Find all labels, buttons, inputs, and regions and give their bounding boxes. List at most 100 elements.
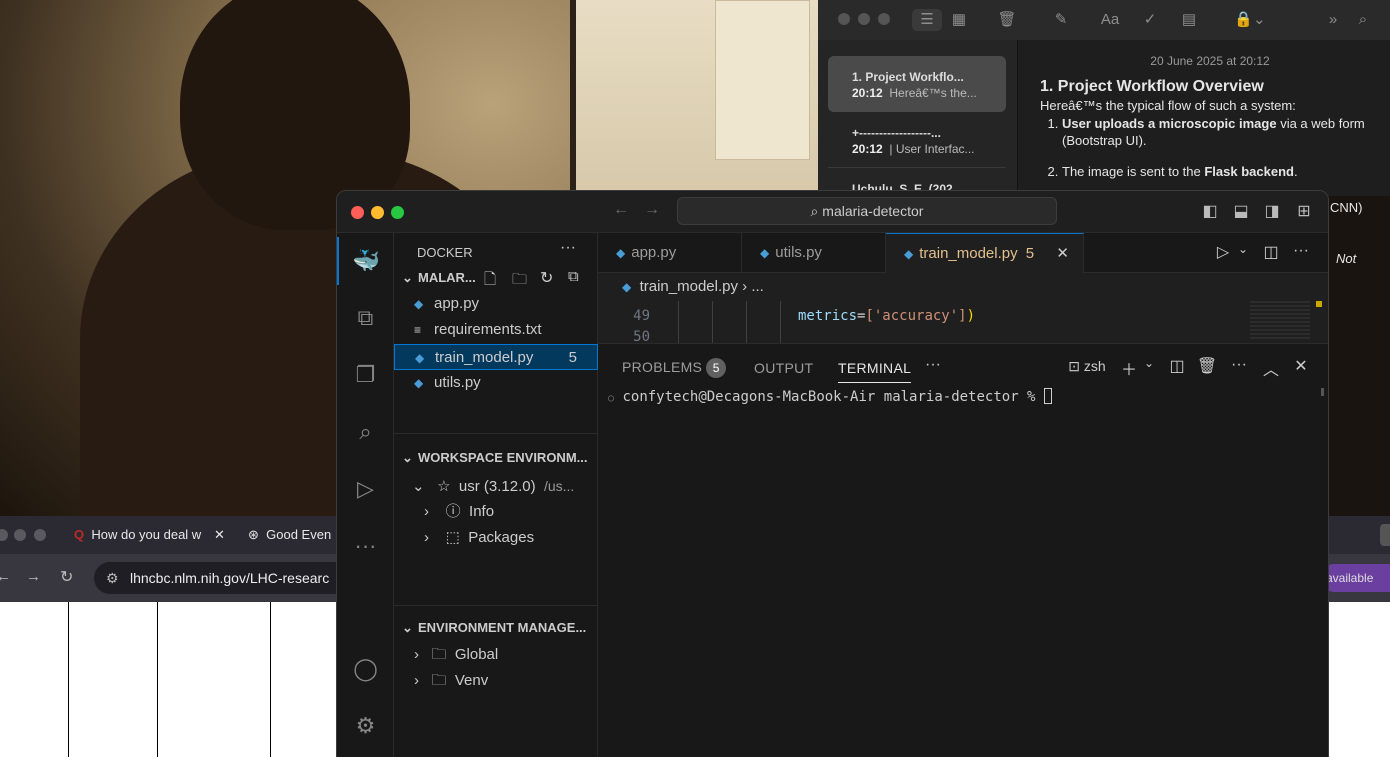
forward-icon[interactable]: → [26,568,41,585]
more-views-icon[interactable]: ··· [337,522,394,570]
note-step-text: The image is sent to the [1062,164,1205,179]
gallery-view-icon[interactable]: ▦ [948,9,970,31]
trash-icon[interactable]: 🗑 [996,9,1018,31]
workspace-env-header[interactable]: ⌄ WORKSPACE ENVIRONM... [394,447,598,469]
run-dropdown-icon[interactable]: ⌄ [1232,242,1254,256]
command-center-search[interactable]: ⌕ malaria-detector [677,197,1057,225]
customize-layout-icon[interactable]: ⊞ [1293,201,1315,221]
tab-terminal[interactable]: TERMINAL [838,360,912,383]
terminal-more-icon[interactable]: ··· [1228,356,1250,374]
env-venv-item[interactable]: › 🗀 Venv [414,668,488,694]
search-icon[interactable]: ⌕ [337,408,394,456]
toggle-panel-icon[interactable]: ⬓ [1230,201,1252,221]
nav-forward-icon[interactable]: → [641,201,663,219]
docker-icon[interactable]: 🐳 [337,237,394,285]
split-terminal-icon[interactable]: ◫ [1166,356,1188,376]
tab-problem-badge: 5 [1025,245,1035,262]
close-panel-icon[interactable]: ✕ [1290,356,1312,376]
note-item[interactable]: +------------------... 20:12 | User Inte… [828,112,1006,168]
window-close-dot[interactable] [0,529,8,541]
terminal-output[interactable]: ○ confytech@Decagons-MacBook-Air malaria… [608,388,1052,405]
file-item[interactable]: ◆ app.py [394,291,598,317]
checklist-icon[interactable]: ✓ [1139,9,1161,31]
run-debug-icon[interactable]: ▷ [337,465,394,513]
file-item[interactable]: ≡ requirements.txt [394,317,598,343]
tab-label: TERMINAL [838,360,912,376]
tab-app-py[interactable]: ◆ app.py [598,233,742,273]
tab-close-icon[interactable]: ✕ [214,524,225,546]
update-available-pill[interactable]: available [1320,564,1390,592]
window-close-dot[interactable] [838,13,850,25]
window-minimize-button[interactable] [371,206,384,219]
env-packages-item[interactable]: › ⬚ Packages [424,525,534,551]
env-info-item[interactable]: › ⓘ Info [424,499,494,525]
minimap[interactable] [1244,301,1324,343]
address-bar[interactable]: ⚙ lhncbc.nlm.nih.gov/LHC-researc [94,562,354,594]
run-icon[interactable]: ▷ [1212,242,1234,262]
page-grid-line [270,602,271,757]
lock-icon[interactable]: 🔒⌄ [1230,9,1270,31]
toggle-primary-sidebar-icon[interactable]: ◧ [1199,201,1221,221]
file-name: app.py [434,295,480,312]
breadcrumb-symbol[interactable]: ... [751,278,764,295]
tab-close-icon[interactable]: ✕ [1056,234,1069,274]
window-zoom-dot[interactable] [878,13,890,25]
breadcrumb-file[interactable]: train_model.py [640,278,738,295]
wallpaper-sticky-note [715,0,810,160]
note-body[interactable]: 20 June 2025 at 20:12 1. Project Workflo… [1040,40,1380,194]
terminal-scrollbar[interactable] [1321,388,1324,396]
terminal-dropdown-icon[interactable]: ⌄ [1138,356,1160,370]
window-minimize-dot[interactable] [858,13,870,25]
tab-output[interactable]: OUTPUT [754,360,813,376]
more-chevron-icon[interactable]: » [1322,9,1344,31]
format-text-icon[interactable]: Aa [1099,9,1121,31]
window-minimize-dot[interactable] [14,529,26,541]
tab-train-model-py[interactable]: ◆ train_model.py 5 ✕ [886,233,1084,273]
refresh-icon[interactable]: ↻ [540,268,553,288]
packages-label: Packages [468,529,535,546]
star-icon: ☆ [437,478,451,495]
maximize-panel-icon[interactable]: ︿ [1260,356,1282,380]
indent-guide [780,301,781,343]
settings-gear-icon[interactable]: ⚙ [337,702,394,750]
panel-more-icon[interactable]: ··· [922,356,944,374]
split-editor-icon[interactable]: ◫ [1260,242,1282,262]
python-file-icon: ◆ [415,351,425,365]
kill-terminal-icon[interactable]: 🗑 [1196,356,1218,376]
account-icon[interactable]: ◯ [337,645,394,693]
activity-bar: 🐳 ⧉ ❐ ⌕ ▷ ··· ◯ ⚙ [337,233,394,757]
search-icon[interactable]: ⌕ [1352,9,1374,31]
list-view-icon[interactable]: ☰ [912,9,942,31]
browser-tab[interactable]: Q How do you deal w ✕ [74,524,234,552]
env-global-item[interactable]: › 🗀 Global [414,642,498,668]
reload-icon[interactable]: ↻ [60,567,73,587]
file-item[interactable]: ◆ utils.py [394,370,598,396]
terminal-shell-selector[interactable]: ⊡ zsh [1062,358,1112,375]
window-zoom-dot[interactable] [34,529,46,541]
side-bar: DOCKER ··· ⌄ MALAR... 🗋 🗀 ↻ ⧉ ◆ app.py ≡ re… [394,233,598,757]
env-manager-header[interactable]: ⌄ ENVIRONMENT MANAGE... [394,617,598,639]
collapse-all-icon[interactable]: ⧉ [568,268,579,285]
editor-more-icon[interactable]: ··· [1290,242,1312,260]
note-time: 20:12 [852,142,883,156]
remote-explorer-icon[interactable]: ⧉ [337,294,394,342]
tab-overflow-button[interactable] [1380,524,1390,546]
nav-back-icon[interactable]: ← [610,201,632,219]
table-icon[interactable]: ▤ [1178,9,1200,31]
note-item[interactable]: 1. Project Workflo... 20:12 Hereâ€™s the… [828,56,1006,112]
site-settings-icon[interactable]: ⚙ [106,562,119,594]
tab-problems[interactable]: PROBLEMS 5 [622,358,727,378]
tab-utils-py[interactable]: ◆ utils.py [742,233,886,273]
window-zoom-button[interactable] [391,206,404,219]
window-close-button[interactable] [351,206,364,219]
env-item[interactable]: ⌄ ☆ usr (3.12.0) /us... [412,473,574,499]
new-terminal-icon[interactable]: ＋ [1118,356,1140,380]
file-item[interactable]: ◆ train_model.py 5 [394,344,598,370]
back-icon[interactable]: ← [0,568,11,585]
toggle-secondary-sidebar-icon[interactable]: ◨ [1261,201,1283,221]
sidebar-more-icon[interactable]: ··· [560,239,576,257]
explorer-files-icon[interactable]: ❐ [337,351,394,399]
compose-icon[interactable]: ✎ [1050,9,1072,31]
browser-tab[interactable]: ⊛ Good Even [248,524,331,552]
code-editor[interactable]: 49 50 metrics=['accuracy']) [598,301,1328,343]
